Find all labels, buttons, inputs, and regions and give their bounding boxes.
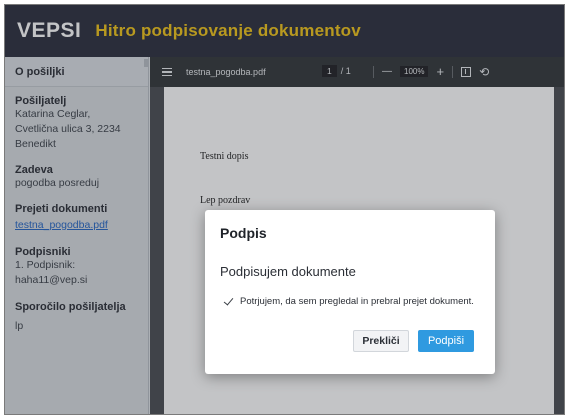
sign-button[interactable]: Podpiši <box>418 330 474 352</box>
checkmark-icon[interactable] <box>224 297 234 307</box>
dialog-subtitle: Podpisujem dokumente <box>220 264 356 279</box>
dialog-title: Podpis <box>220 225 267 241</box>
cancel-button[interactable]: Prekliči <box>353 330 409 352</box>
sign-dialog: Podpis Podpisujem dokumente Potrjujem, d… <box>205 210 495 374</box>
app-window: VEPSI Hitro podpisovanje dokumentov O po… <box>4 4 565 415</box>
confirm-checkbox-row[interactable]: Potrjujem, da sem pregledal in prebral p… <box>224 296 474 307</box>
confirm-checkbox-label[interactable]: Potrjujem, da sem pregledal in prebral p… <box>240 296 474 307</box>
